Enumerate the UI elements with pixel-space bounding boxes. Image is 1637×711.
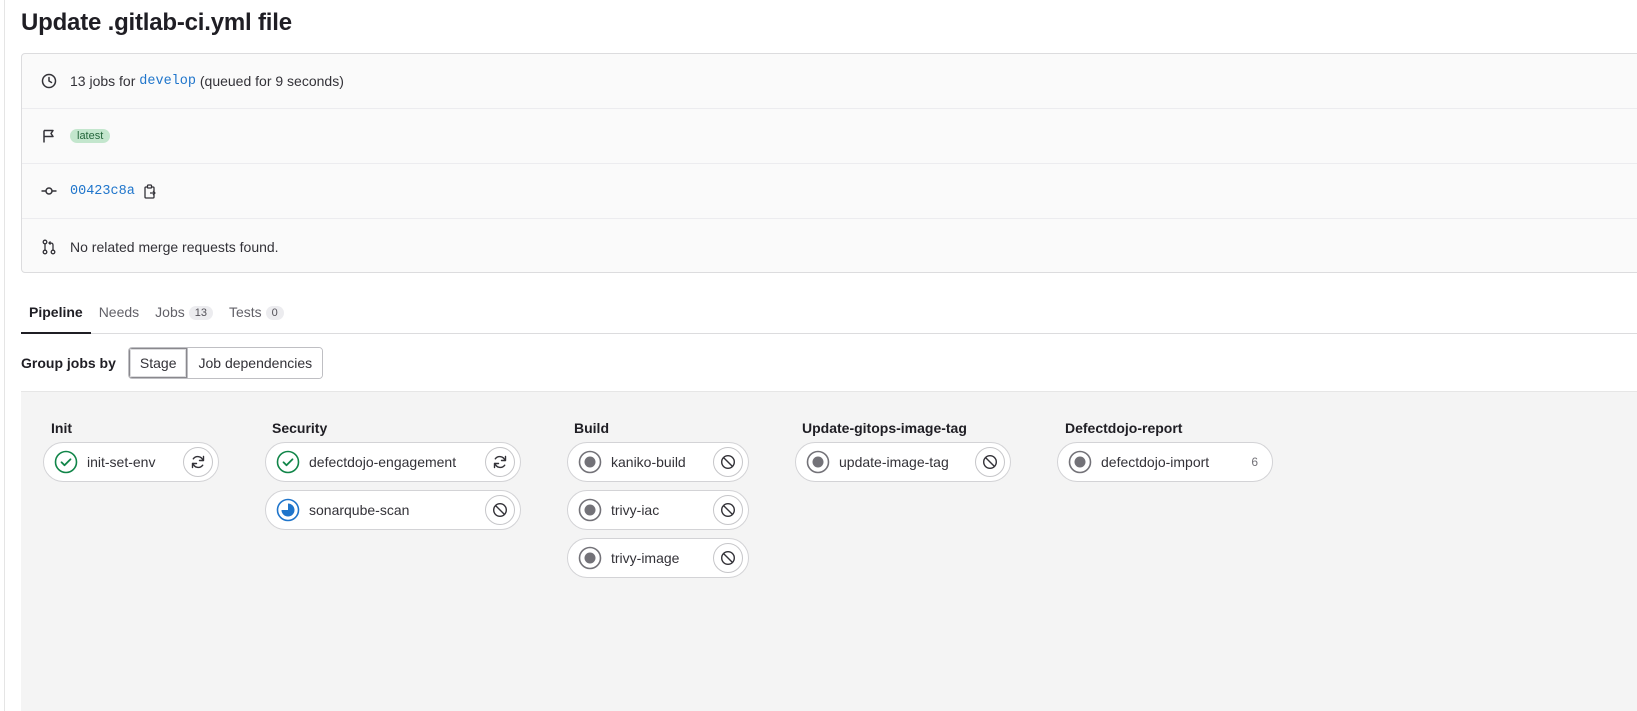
tab-needs[interactable]: Needs xyxy=(91,294,147,334)
pipeline-info-box: 13 jobs for develop (queued for 9 second… xyxy=(21,53,1637,273)
pipeline-graph: Init init-set-env Security defectdojo-en… xyxy=(21,391,1637,711)
branch-link[interactable]: develop xyxy=(139,74,196,89)
commit-row: 00423c8a xyxy=(22,164,1637,219)
job-defectdojo-engagement[interactable]: defectdojo-engagement xyxy=(265,442,521,482)
jobs-count-badge: 13 xyxy=(188,306,213,320)
group-by-toggle: Stage Job dependencies xyxy=(127,347,324,379)
job-name: defectdojo-engagement xyxy=(309,454,457,470)
retry-icon[interactable] xyxy=(485,447,515,477)
no-merge-requests-text: No related merge requests found. xyxy=(70,238,279,255)
stage-title-security: Security xyxy=(272,420,328,436)
cancel-icon[interactable] xyxy=(713,447,743,477)
clock-icon xyxy=(41,73,57,89)
job-defectdojo-import[interactable]: defectdojo-import 6 xyxy=(1057,442,1273,482)
group-by-job-dependencies-button[interactable]: Job dependencies xyxy=(187,348,323,378)
job-name: sonarqube-scan xyxy=(309,502,410,518)
tab-pipeline[interactable]: Pipeline xyxy=(21,294,91,334)
status-created-icon xyxy=(1068,450,1092,474)
page-title: Update .gitlab-ci.yml file xyxy=(21,9,292,36)
jobs-count-text: 13 jobs for xyxy=(70,73,136,89)
job-name: trivy-image xyxy=(611,550,680,566)
job-trivy-image[interactable]: trivy-image xyxy=(567,538,749,578)
jobs-info-row: 13 jobs for develop (queued for 9 second… xyxy=(22,54,1637,109)
group-jobs-by-label: Group jobs by xyxy=(21,355,116,371)
job-name: update-image-tag xyxy=(839,454,949,470)
pipeline-tabs: Pipeline Needs Jobs 13 Tests 0 xyxy=(21,294,1637,334)
job-group-count: 6 xyxy=(1251,455,1258,469)
retry-icon[interactable] xyxy=(183,447,213,477)
page-left-border xyxy=(4,0,5,711)
stage-title-defectdojo-report: Defectdojo-report xyxy=(1065,420,1183,436)
status-created-icon xyxy=(578,450,602,474)
job-name: kaniko-build xyxy=(611,454,686,470)
job-name: init-set-env xyxy=(87,454,156,470)
status-success-icon xyxy=(54,450,78,474)
cancel-icon[interactable] xyxy=(713,495,743,525)
commit-sha-link[interactable]: 00423c8a xyxy=(70,184,135,199)
status-created-icon xyxy=(806,450,830,474)
latest-badge: latest xyxy=(70,129,111,143)
badges-row: latest xyxy=(22,109,1637,164)
stage-title-init: Init xyxy=(51,420,72,436)
copy-icon[interactable] xyxy=(143,183,157,199)
merge-request-icon xyxy=(41,239,57,255)
job-update-image-tag[interactable]: update-image-tag xyxy=(795,442,1011,482)
group-jobs-by: Group jobs by Stage Job dependencies xyxy=(21,347,324,379)
job-trivy-iac[interactable]: trivy-iac xyxy=(567,490,749,530)
merge-requests-row: No related merge requests found. xyxy=(22,219,1637,274)
status-success-icon xyxy=(276,450,300,474)
job-name: defectdojo-import xyxy=(1101,454,1210,470)
job-name: trivy-iac xyxy=(611,502,660,518)
job-kaniko-build[interactable]: kaniko-build xyxy=(567,442,749,482)
group-by-stage-button[interactable]: Stage xyxy=(128,348,188,378)
stage-title-update-gitops-image-tag: Update-gitops-image-tag xyxy=(802,420,967,436)
cancel-icon[interactable] xyxy=(975,447,1005,477)
job-init-set-env[interactable]: init-set-env xyxy=(43,442,219,482)
status-created-icon xyxy=(578,498,602,522)
tests-count-badge: 0 xyxy=(265,306,284,320)
job-sonarqube-scan[interactable]: sonarqube-scan xyxy=(265,490,521,530)
cancel-icon[interactable] xyxy=(485,495,515,525)
commit-icon xyxy=(41,183,57,199)
stage-title-build: Build xyxy=(574,420,609,436)
queued-text: (queued for 9 seconds) xyxy=(199,73,344,89)
tab-jobs[interactable]: Jobs 13 xyxy=(147,294,221,334)
status-running-icon xyxy=(276,498,300,522)
tab-tests[interactable]: Tests 0 xyxy=(221,294,292,334)
flag-icon xyxy=(41,128,57,144)
cancel-icon[interactable] xyxy=(713,543,743,573)
status-created-icon xyxy=(578,546,602,570)
